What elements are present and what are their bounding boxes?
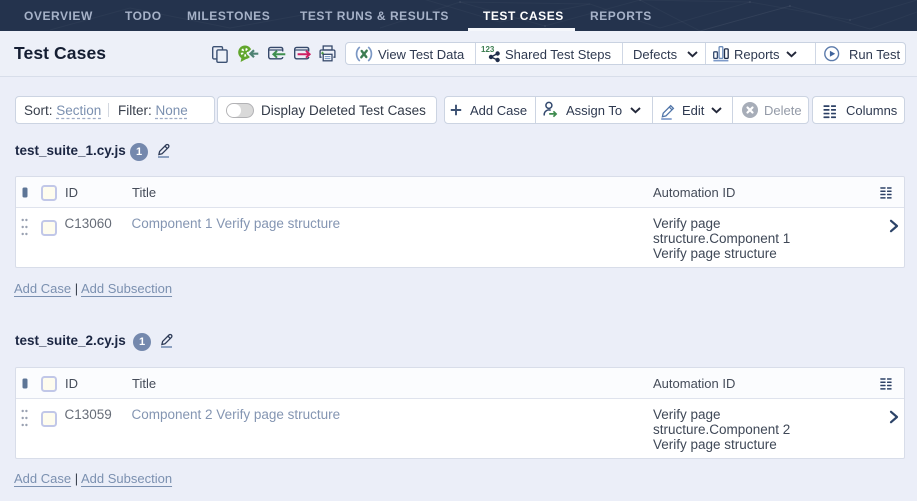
svg-text:123: 123 [481,45,495,54]
